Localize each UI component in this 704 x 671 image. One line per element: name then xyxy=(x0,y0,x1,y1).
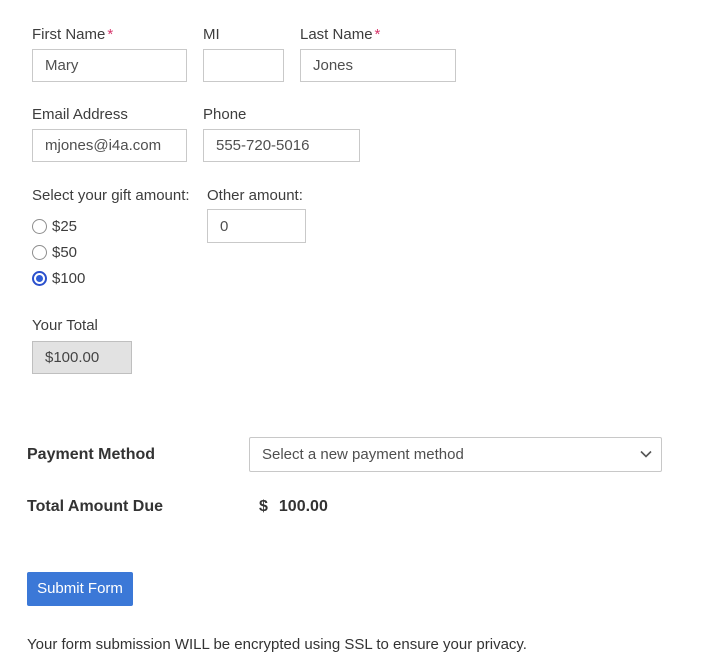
name-row: First Name* MI Last Name* xyxy=(32,26,677,82)
gift-option-25[interactable]: $25 xyxy=(32,213,207,239)
payment-method-row: Payment Method Select a new payment meth… xyxy=(27,437,677,472)
donor-info-section: First Name* MI Last Name* Email Address … xyxy=(32,26,677,374)
phone-label: Phone xyxy=(203,106,247,123)
mi-label: MI xyxy=(203,26,220,43)
payment-method-label: Payment Method xyxy=(27,445,156,463)
your-total-section: Your Total xyxy=(32,317,677,374)
first-name-label-text: First Name xyxy=(32,26,106,43)
phone-input[interactable] xyxy=(203,129,360,162)
gift-options-column: Select your gift amount: $25 $50 $100 xyxy=(32,187,207,291)
gift-amount-section: Select your gift amount: $25 $50 $100 Ot… xyxy=(32,187,677,291)
donation-form-page: First Name* MI Last Name* Email Address … xyxy=(0,0,704,653)
radio-button-100[interactable] xyxy=(32,270,47,286)
first-name-field: First Name * xyxy=(32,26,187,82)
payment-method-select[interactable]: Select a new payment method xyxy=(249,437,662,472)
email-input[interactable] xyxy=(32,129,187,162)
your-total-input xyxy=(32,341,132,374)
due-amount: 100.00 xyxy=(278,498,328,515)
email-field: Email Address xyxy=(32,106,187,162)
total-amount-due-label: Total Amount Due xyxy=(27,498,163,515)
last-name-label-text: Last Name xyxy=(300,26,373,43)
email-label: Email Address xyxy=(32,106,128,123)
phone-field: Phone xyxy=(203,106,360,162)
other-amount-field: Other amount: xyxy=(207,187,306,243)
other-amount-label: Other amount: xyxy=(207,187,303,204)
mi-input[interactable] xyxy=(203,49,284,82)
total-amount-due-value: $100.00 xyxy=(249,498,328,516)
currency-symbol: $ xyxy=(259,498,268,515)
radio-label-25: $25 xyxy=(52,217,78,235)
required-asterisk: * xyxy=(374,26,381,43)
last-name-field: Last Name * xyxy=(300,26,456,82)
first-name-input[interactable] xyxy=(32,49,187,82)
submit-form-button[interactable]: Submit Form xyxy=(27,572,133,606)
radio-button-50[interactable] xyxy=(32,244,47,260)
your-total-label: Your Total xyxy=(32,317,98,334)
mi-field: MI xyxy=(203,26,284,82)
payment-method-select-wrap: Select a new payment method xyxy=(249,437,662,472)
gift-amount-label: Select your gift amount: xyxy=(32,187,190,204)
radio-button-25[interactable] xyxy=(32,218,47,234)
last-name-label: Last Name * xyxy=(300,26,456,43)
gift-option-100[interactable]: $100 xyxy=(32,265,207,291)
first-name-label: First Name * xyxy=(32,26,187,43)
gift-option-50[interactable]: $50 xyxy=(32,239,207,265)
other-amount-column: Other amount: xyxy=(207,187,306,291)
ssl-privacy-note: Your form submission WILL be encrypted u… xyxy=(27,636,527,653)
radio-label-50: $50 xyxy=(52,243,78,261)
total-amount-due-row: Total Amount Due $100.00 xyxy=(27,498,677,516)
last-name-input[interactable] xyxy=(300,49,456,82)
required-asterisk: * xyxy=(107,26,114,43)
contact-row: Email Address Phone xyxy=(32,106,677,162)
radio-label-100: $100 xyxy=(52,269,86,287)
other-amount-input[interactable] xyxy=(207,209,306,243)
